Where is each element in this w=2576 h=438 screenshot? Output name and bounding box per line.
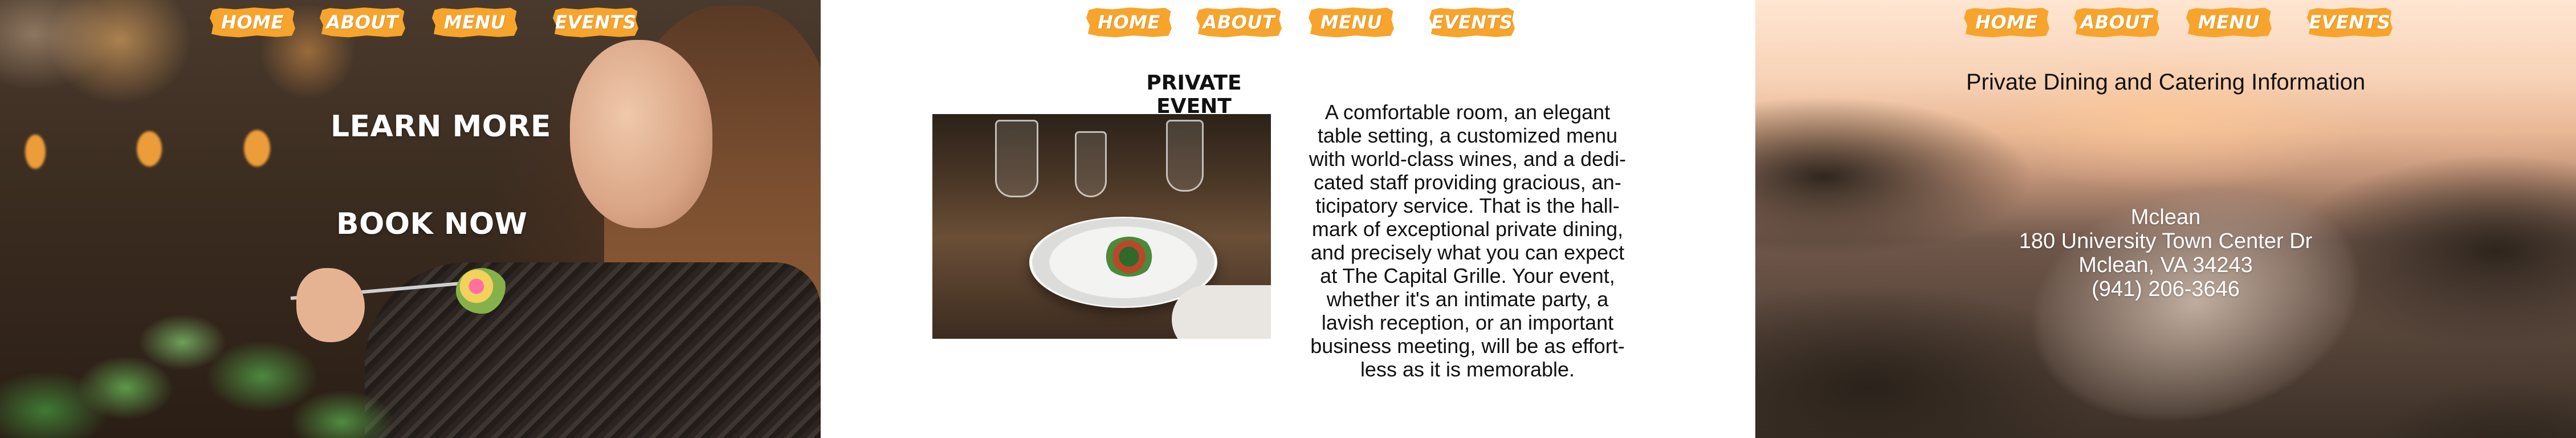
catering-info-panel: HOME ABOUT MENU EVENTS Private Dining an… (1755, 0, 2576, 438)
description-line: and precisely what you can expect (1310, 241, 1625, 264)
description-line: whether it's an intimate party, a (1326, 287, 1609, 311)
nav-events-button[interactable]: EVENTS (1429, 7, 1515, 38)
nav-home-button[interactable]: HOME (1964, 7, 2049, 38)
nav-home-button[interactable]: HOME (210, 7, 295, 38)
location-phone[interactable]: (941) 206-3646 (1755, 277, 2576, 301)
food-bite (456, 268, 507, 314)
wine-glass (1166, 120, 1204, 192)
description-line: mark of exceptional private dining, (1311, 217, 1624, 241)
description-line: less as it is memorable. (1360, 358, 1575, 381)
water-glass (1075, 131, 1107, 197)
nav-about-button[interactable]: ABOUT (2074, 7, 2159, 38)
description-line: table setting, a customized menu (1317, 124, 1618, 147)
bokeh-light (25, 135, 46, 169)
wine-glass (995, 120, 1038, 197)
learn-more-button[interactable]: LEARN MORE (331, 110, 551, 144)
nav-menu-button[interactable]: MENU (432, 7, 517, 38)
woman-face (570, 40, 712, 228)
private-event-description: A comfortable room, an elegant table set… (1285, 100, 1650, 381)
bokeh-light (137, 131, 162, 167)
nav-about-button[interactable]: ABOUT (320, 7, 405, 38)
location-city: Mclean, VA 34243 (2078, 253, 2253, 277)
woman-sweater (365, 262, 821, 438)
private-event-heading: PRIVATE EVENT (1146, 71, 1242, 118)
catering-info-title: Private Dining and Catering Information (1966, 70, 2366, 95)
diner-sleeve (1172, 285, 1271, 339)
nav-home-button[interactable]: HOME (1086, 7, 1172, 38)
description-line: with world-class wines, and a dedi- (1309, 147, 1627, 171)
location-name: Mclean (2130, 205, 2201, 229)
description-line: cated staff providing gracious, an- (1314, 171, 1621, 194)
description-line: business meeting, will be as effort- (1310, 334, 1625, 358)
nav-menu-button[interactable]: MENU (2186, 7, 2272, 38)
description-line: A comfortable room, an elegant (1324, 100, 1611, 124)
nav-about-button[interactable]: ABOUT (1196, 7, 1282, 38)
description-line: at The Capital Grille. Your event, (1320, 264, 1615, 287)
nav-menu-button[interactable]: MENU (1309, 7, 1394, 38)
plated-dish (1103, 237, 1155, 277)
bokeh-light (244, 130, 270, 167)
description-line: ticipatory service. That is the hall- (1315, 194, 1620, 217)
hand (296, 268, 365, 342)
private-event-panel: HOME ABOUT MENU EVENTS PRIVATE EVENT A c… (821, 0, 1755, 438)
location-street: 180 University Town Center Dr (2019, 229, 2313, 253)
location-address: Mclean 180 University Town Center Dr Mcl… (1755, 205, 2576, 301)
book-now-button[interactable]: BOOK NOW (336, 207, 528, 241)
hero-panel: HOME ABOUT MENU EVENTS LEARN MORE BOOK N… (0, 0, 821, 438)
description-line: lavish reception, or an important (1321, 311, 1614, 334)
nav-events-button[interactable]: EVENTS (553, 7, 638, 38)
nav-events-button[interactable]: EVENTS (2307, 7, 2392, 38)
dining-table-photo (932, 114, 1271, 339)
